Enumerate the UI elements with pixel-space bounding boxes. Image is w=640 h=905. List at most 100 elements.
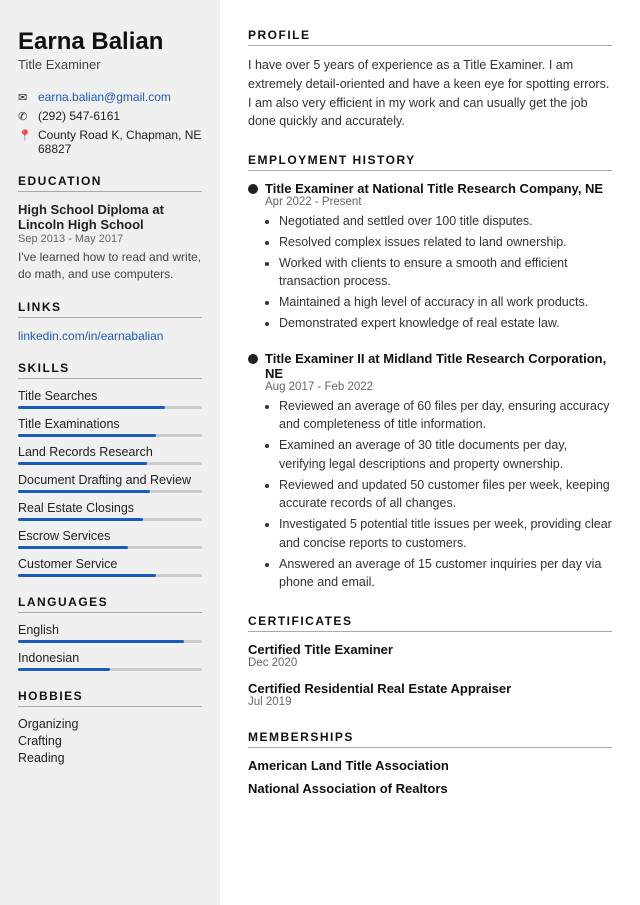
email-contact: ✉ earna.balian@gmail.com — [18, 90, 202, 104]
sidebar: Earna Balian Title Examiner ✉ earna.bali… — [0, 0, 220, 905]
languages-list: English Indonesian — [18, 623, 202, 671]
skill-bar-fill — [18, 462, 147, 465]
language-label: Indonesian — [18, 651, 202, 665]
skill-item: Real Estate Closings — [18, 501, 202, 521]
language-bar-fill — [18, 668, 110, 671]
links-section: linkedin.com/in/earnabalian — [18, 328, 202, 343]
skill-bar-fill — [18, 490, 150, 493]
language-bar-background — [18, 640, 202, 643]
certificates-list: Certified Title Examiner Dec 2020 Certif… — [248, 642, 612, 708]
certificate-entry: Certified Title Examiner Dec 2020 — [248, 642, 612, 669]
main-content: PROFILE I have over 5 years of experienc… — [220, 0, 640, 905]
language-label: English — [18, 623, 202, 637]
membership-entry: National Association of Realtors — [248, 781, 612, 796]
hobbies-header: HOBBIES — [18, 689, 202, 707]
language-bar-fill — [18, 640, 184, 643]
education-dates: Sep 2013 - May 2017 — [18, 233, 202, 245]
skill-item: Land Records Research — [18, 445, 202, 465]
hobby-item: Reading — [18, 751, 202, 765]
job-bullet: Reviewed and updated 50 customer files p… — [279, 476, 612, 514]
job-bullet: Worked with clients to ensure a smooth a… — [279, 254, 612, 292]
skills-list: Title Searches Title Examinations Land R… — [18, 389, 202, 577]
phone-contact: ✆ (292) 547-6161 — [18, 109, 202, 123]
job-bullet: Demonstrated expert knowledge of real es… — [279, 314, 612, 333]
job-bullet: Negotiated and settled over 100 title di… — [279, 212, 612, 231]
skill-item: Title Examinations — [18, 417, 202, 437]
language-item: English — [18, 623, 202, 643]
certificate-date: Dec 2020 — [248, 657, 612, 669]
skill-bar-fill — [18, 546, 128, 549]
certificate-name: Certified Title Examiner — [248, 642, 612, 657]
skill-label: Document Drafting and Review — [18, 473, 202, 487]
certificate-name: Certified Residential Real Estate Apprai… — [248, 681, 612, 696]
skill-label: Title Examinations — [18, 417, 202, 431]
candidate-job-title: Title Examiner — [18, 57, 202, 72]
phone-number: (292) 547-6161 — [38, 109, 120, 123]
profile-header: PROFILE — [248, 28, 612, 46]
job-bullet: Reviewed an average of 60 files per day,… — [279, 397, 612, 435]
language-item: Indonesian — [18, 651, 202, 671]
certificates-header: CERTIFICATES — [248, 614, 612, 632]
skill-bar-fill — [18, 406, 165, 409]
skill-bar-background — [18, 434, 202, 437]
job-bullet: Investigated 5 potential title issues pe… — [279, 515, 612, 553]
links-header: LINKS — [18, 300, 202, 318]
job-bullet: Answered an average of 15 customer inqui… — [279, 555, 612, 593]
job-bullets-list: Reviewed an average of 60 files per day,… — [265, 397, 612, 593]
skill-bar-background — [18, 406, 202, 409]
memberships-header: MEMBERSHIPS — [248, 730, 612, 748]
skill-bar-background — [18, 518, 202, 521]
address-contact: 📍 County Road K, Chapman, NE 68827 — [18, 128, 202, 156]
job-bullet: Examined an average of 30 title document… — [279, 436, 612, 474]
location-icon: 📍 — [18, 129, 31, 142]
skills-header: SKILLS — [18, 361, 202, 379]
job-dot — [248, 184, 258, 194]
language-bar-background — [18, 668, 202, 671]
skill-item: Customer Service — [18, 557, 202, 577]
skill-item: Document Drafting and Review — [18, 473, 202, 493]
job-title-line: Title Examiner II at Midland Title Resea… — [248, 351, 612, 381]
address-text: County Road K, Chapman, NE 68827 — [38, 128, 202, 156]
skill-item: Title Searches — [18, 389, 202, 409]
skill-bar-background — [18, 574, 202, 577]
jobs-list: Title Examiner at National Title Researc… — [248, 181, 612, 592]
certificate-date: Jul 2019 — [248, 696, 612, 708]
skill-item: Escrow Services — [18, 529, 202, 549]
job-bullet: Maintained a high level of accuracy in a… — [279, 293, 612, 312]
job-title-line: Title Examiner at National Title Researc… — [248, 181, 612, 196]
contact-section: ✉ earna.balian@gmail.com ✆ (292) 547-616… — [18, 90, 202, 156]
job-dot — [248, 354, 258, 364]
phone-icon: ✆ — [18, 110, 31, 123]
linkedin-link[interactable]: linkedin.com/in/earnabalian — [18, 329, 163, 343]
skill-label: Title Searches — [18, 389, 202, 403]
email-icon: ✉ — [18, 91, 31, 104]
job-title: Title Examiner II at Midland Title Resea… — [265, 351, 612, 381]
hobby-item: Crafting — [18, 734, 202, 748]
hobbies-list: Organizing Crafting Reading — [18, 717, 202, 765]
skill-label: Escrow Services — [18, 529, 202, 543]
job-bullets-list: Negotiated and settled over 100 title di… — [265, 212, 612, 333]
job-dates: Apr 2022 - Present — [265, 196, 612, 208]
skill-bar-fill — [18, 434, 156, 437]
job-title: Title Examiner at National Title Researc… — [265, 181, 603, 196]
candidate-name: Earna Balian — [18, 28, 202, 57]
email-link[interactable]: earna.balian@gmail.com — [38, 90, 171, 104]
certificate-entry: Certified Residential Real Estate Apprai… — [248, 681, 612, 708]
languages-header: LANGUAGES — [18, 595, 202, 613]
job-dates: Aug 2017 - Feb 2022 — [265, 381, 612, 393]
skill-bar-background — [18, 490, 202, 493]
skill-label: Real Estate Closings — [18, 501, 202, 515]
education-header: EDUCATION — [18, 174, 202, 192]
skill-label: Land Records Research — [18, 445, 202, 459]
membership-entry: American Land Title Association — [248, 758, 612, 773]
job-entry: Title Examiner at National Title Researc… — [248, 181, 612, 333]
profile-text: I have over 5 years of experience as a T… — [248, 56, 612, 131]
education-degree: High School Diploma at Lincoln High Scho… — [18, 202, 202, 232]
skill-bar-background — [18, 462, 202, 465]
job-bullet: Resolved complex issues related to land … — [279, 233, 612, 252]
skill-label: Customer Service — [18, 557, 202, 571]
hobby-item: Organizing — [18, 717, 202, 731]
education-description: I've learned how to read and write, do m… — [18, 249, 202, 283]
skill-bar-fill — [18, 518, 143, 521]
skill-bar-background — [18, 546, 202, 549]
